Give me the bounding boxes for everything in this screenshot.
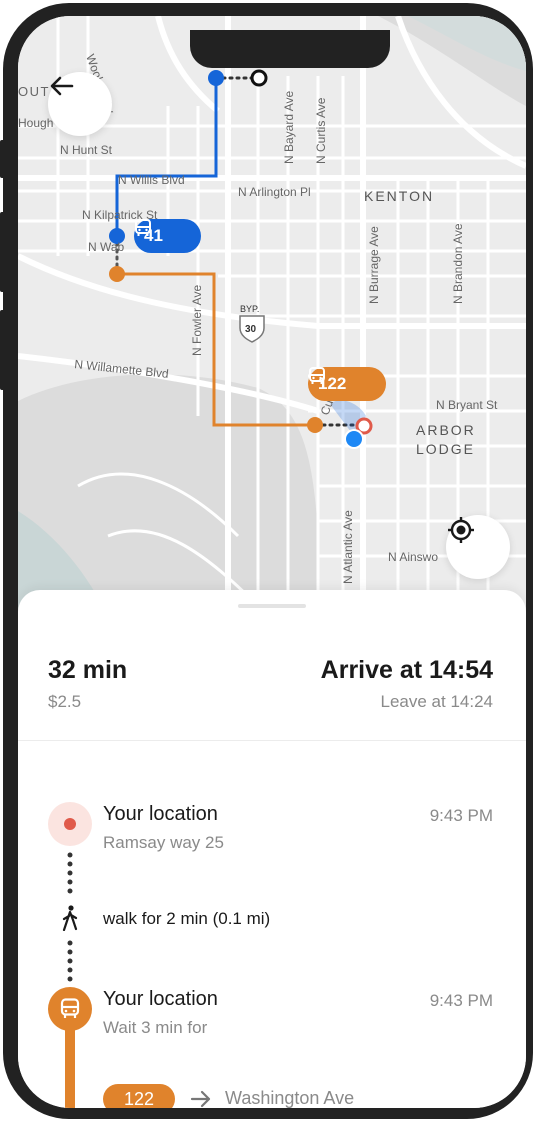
label-byp: BYP.: [240, 304, 259, 314]
label-out: OUT: [18, 84, 50, 99]
crosshair-icon: [448, 517, 474, 543]
location-dot-icon: [48, 802, 92, 846]
trip-duration: 32 min: [48, 656, 128, 684]
label-shield-number: 30: [245, 324, 257, 335]
label-arlington: N Arlington Pl: [238, 185, 311, 199]
side-button-volume-down: [0, 310, 6, 390]
arrow-right-icon: [190, 1090, 211, 1108]
destination-circle: [250, 69, 268, 87]
label-bayard: N Bayard Ave: [282, 91, 296, 164]
label-burrage: N Burrage Ave: [367, 226, 381, 304]
bus-icon: [309, 367, 325, 384]
screen: Woolsey Av OUT Hough N Hunt St N Willis …: [18, 16, 526, 1108]
walking-icon: [62, 905, 78, 931]
step-time: 9:43 PM: [429, 806, 493, 825]
divider: [18, 740, 526, 741]
route-destination: Washington Ave: [225, 1088, 355, 1108]
step-time: 9:43 PM: [429, 991, 493, 1010]
label-willis: N Willis Blvd: [118, 173, 185, 187]
label-arbor: ARBOR: [416, 422, 476, 438]
side-button-mute: [0, 140, 6, 178]
label-hough: Hough: [18, 116, 53, 130]
label-bryant: N Bryant St: [436, 398, 498, 412]
bus-icon: [48, 987, 92, 1031]
trip-details-sheet: 32 min $2.5 Arrive at 14:54 Leave at 14:…: [18, 590, 526, 1108]
label-fowler: N Fowler Ave: [190, 285, 204, 356]
label-lodge: LODGE: [416, 441, 475, 457]
bus-41-badge[interactable]: 41: [134, 219, 201, 253]
bus-122-end-stop: [307, 417, 323, 433]
step-subtitle: Ramsay way 25: [103, 833, 224, 852]
back-button[interactable]: [48, 72, 112, 136]
label-curtis: N Curtis Ave: [314, 97, 328, 164]
bus-icon: [135, 219, 151, 236]
label-wabash: N Wab: [88, 240, 125, 254]
walk-description: walk for 2 min (0.1 mi): [103, 909, 271, 928]
label-kenton: KENTON: [364, 188, 434, 204]
step-title: Your location: [103, 988, 218, 1010]
arrival-time: Arrive at 14:54: [320, 656, 493, 684]
dotted-connector: [67, 852, 73, 894]
step-subtitle: Wait 3 min for: [103, 1018, 208, 1037]
label-ainsworth: N Ainswo: [388, 550, 438, 564]
bus-41-start-stop: [208, 70, 224, 86]
trip-price: $2.5: [48, 692, 82, 711]
dotted-connector: [67, 940, 73, 982]
current-location-dot: [346, 431, 362, 447]
arrow-left-icon: [50, 76, 74, 96]
phone-notch: [190, 30, 390, 68]
step-title: Your location: [103, 803, 218, 825]
sheet-drag-handle[interactable]: [238, 604, 306, 608]
bus-122-badge[interactable]: 122: [308, 367, 386, 401]
locate-me-button[interactable]: [446, 515, 510, 579]
side-button-volume-up: [0, 212, 6, 292]
route-number-badge[interactable]: 122: [103, 1084, 175, 1108]
bus-122-start-stop: [109, 266, 125, 282]
label-hunt: N Hunt St: [60, 143, 113, 157]
map-view[interactable]: Woolsey Av OUT Hough N Hunt St N Willis …: [18, 16, 526, 616]
leave-time: Leave at 14:24: [380, 692, 493, 711]
label-atlantic: N Atlantic Ave: [341, 510, 355, 584]
label-brandon: N Brandon Ave: [451, 223, 465, 304]
